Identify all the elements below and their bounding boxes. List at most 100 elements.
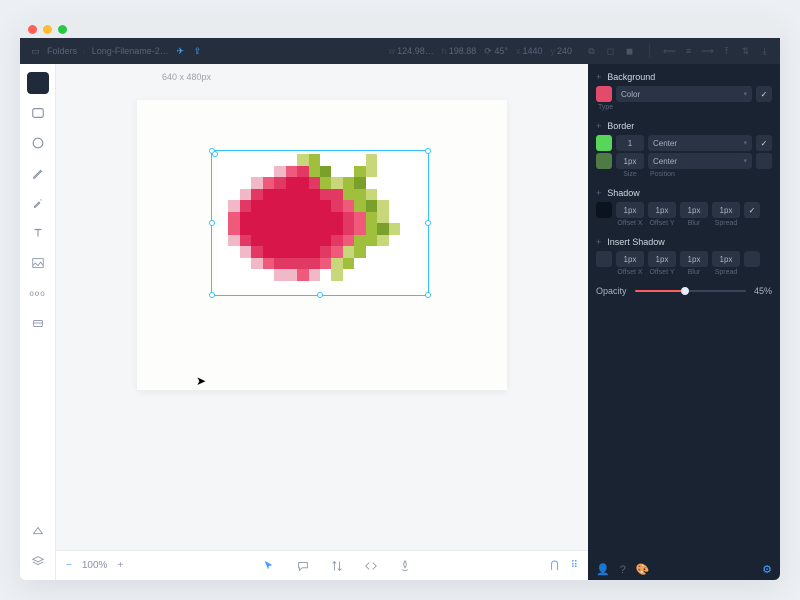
caption-position: Position <box>648 171 772 178</box>
tool-rect[interactable] <box>27 102 49 124</box>
tool-text[interactable] <box>27 222 49 244</box>
minimize-traffic-light[interactable] <box>43 25 52 34</box>
align-right-icon[interactable]: ⟹ <box>702 46 713 57</box>
background-enabled-checkbox[interactable]: ✓ <box>756 86 772 102</box>
artboard[interactable] <box>137 100 507 390</box>
tool-ellipse[interactable] <box>27 132 49 154</box>
zoom-out-button[interactable]: − <box>66 560 72 571</box>
mode-select[interactable] <box>260 557 278 575</box>
align-bottom-icon[interactable]: ⤓ <box>759 46 770 57</box>
add-border-button[interactable]: + <box>596 121 601 131</box>
insert-shadow-swatch[interactable] <box>596 251 612 267</box>
help-footer-icon[interactable]: ? <box>620 564 626 576</box>
close-traffic-light[interactable] <box>28 25 37 34</box>
section-title-border: Border <box>607 121 634 131</box>
mode-comment[interactable] <box>294 557 312 575</box>
tool-image[interactable] <box>27 252 49 274</box>
breadcrumb-file[interactable]: Long-Filename-2… <box>92 46 169 56</box>
border-position-1[interactable]: Center▾ <box>648 153 752 169</box>
share-icon[interactable]: ⇪ <box>192 46 203 57</box>
y-value: 240 <box>557 46 572 56</box>
artboard-size-label: 640 x 480px <box>162 72 211 82</box>
x-value: 1440 <box>522 46 542 56</box>
canvas[interactable]: 640 x 480px <box>56 64 588 550</box>
opacity-value: 45% <box>754 286 772 296</box>
insert-shadow-enabled[interactable]: ✓ <box>744 251 760 267</box>
resize-handle-bm[interactable] <box>317 292 323 298</box>
opacity-control: Opacity 45% <box>596 286 772 296</box>
top-bar: ▭ Folders › Long-Filename-2… ✈ ⇪ w124.98… <box>20 38 780 64</box>
resize-handle-bl[interactable] <box>209 292 215 298</box>
background-type-select[interactable]: Color▾ <box>616 86 752 102</box>
palette-icon[interactable]: 🎨 <box>636 563 650 576</box>
align-top-icon[interactable]: ⤒ <box>721 46 732 57</box>
zoom-traffic-light[interactable] <box>58 25 67 34</box>
layer-copy-icon[interactable]: ⧉ <box>586 46 597 57</box>
insert-shadow-blur[interactable]: 1px <box>680 251 708 267</box>
resize-handle-mr[interactable] <box>425 220 431 226</box>
insert-shadow-offset-y[interactable]: 1px <box>648 251 676 267</box>
shadow-swatch[interactable] <box>596 202 612 218</box>
tool-layers[interactable] <box>27 550 49 572</box>
transform-readout: w124.98… h198.88 ⟳ 45° x1440 y240 <box>389 46 572 57</box>
bottom-bar: − 100% + ⋂ ⠿ <box>56 550 588 580</box>
inspector-panel: +Background Color▾ ✓ Type +Border 1 Cent… <box>588 64 780 580</box>
insert-shadow-spread[interactable]: 1px <box>712 251 740 267</box>
mode-handoff[interactable] <box>328 557 346 575</box>
border-swatch-1[interactable] <box>596 153 612 169</box>
section-shadow: +Shadow 1px 1px 1px 1px ✓ Offset XOffset… <box>596 188 772 227</box>
selection-box[interactable] <box>211 150 429 296</box>
shadow-enabled[interactable]: ✓ <box>744 202 760 218</box>
section-border: +Border 1 Center▾ ✓ 1px Center▾ ✓ SizePo… <box>596 121 772 178</box>
add-shadow-button[interactable]: + <box>596 188 601 198</box>
layer-front-icon[interactable]: ◼ <box>624 46 635 57</box>
caption-type: Type <box>596 104 772 111</box>
border-enabled-1[interactable]: ✓ <box>756 153 772 169</box>
rotate-icon: ⟳ <box>484 46 492 56</box>
shadow-spread[interactable]: 1px <box>712 202 740 218</box>
align-center-v-icon[interactable]: ⇅ <box>740 46 751 57</box>
align-center-h-icon[interactable]: ≡ <box>683 46 694 57</box>
shadow-offset-x[interactable]: 1px <box>616 202 644 218</box>
send-icon[interactable]: ✈ <box>175 46 186 57</box>
tool-pen[interactable] <box>27 162 49 184</box>
border-position-0[interactable]: Center▾ <box>648 135 752 151</box>
add-insert-shadow-button[interactable]: + <box>596 237 601 247</box>
shadow-offset-y[interactable]: 1px <box>648 202 676 218</box>
resize-handle-tr[interactable] <box>425 148 431 154</box>
tool-shape-filled[interactable] <box>27 72 49 94</box>
resize-handle-ml[interactable] <box>209 220 215 226</box>
border-swatch-0[interactable] <box>596 135 612 151</box>
tool-component[interactable] <box>27 312 49 334</box>
insert-shadow-offset-x[interactable]: 1px <box>616 251 644 267</box>
resize-handle-tm[interactable] <box>212 151 218 157</box>
settings-icon[interactable]: ⚙ <box>762 563 772 576</box>
background-swatch[interactable] <box>596 86 612 102</box>
help-icon[interactable]: ⋂ <box>550 560 558 571</box>
breadcrumb[interactable]: ▭ Folders › Long-Filename-2… ✈ ⇪ <box>30 46 203 57</box>
folder-icon: ▭ <box>30 46 41 57</box>
tool-assets[interactable] <box>27 520 49 542</box>
tool-eyedropper[interactable] <box>27 192 49 214</box>
mac-window-chrome <box>20 20 780 38</box>
resize-handle-br[interactable] <box>425 292 431 298</box>
shadow-blur[interactable]: 1px <box>680 202 708 218</box>
add-background-button[interactable]: + <box>596 72 601 82</box>
section-title-shadow: Shadow <box>607 188 640 198</box>
zoom-value: 100% <box>82 560 108 571</box>
user-icon[interactable]: 👤 <box>596 563 610 576</box>
border-size-1[interactable]: 1px <box>616 153 644 169</box>
align-tools: ⟸ ≡ ⟹ ⤒ ⇅ ⤓ <box>664 46 770 57</box>
align-left-icon[interactable]: ⟸ <box>664 46 675 57</box>
mode-code[interactable] <box>362 557 380 575</box>
width-value: 124.98… <box>397 46 434 56</box>
opacity-slider[interactable] <box>635 290 746 292</box>
breadcrumb-root[interactable]: Folders <box>47 46 77 56</box>
grid-icon[interactable]: ⠿ <box>571 560 578 571</box>
cursor-icon: ➤ <box>196 374 206 388</box>
layer-back-icon[interactable]: ◻ <box>605 46 616 57</box>
border-size-0[interactable]: 1 <box>616 135 644 151</box>
mode-prototype[interactable] <box>396 557 414 575</box>
border-enabled-0[interactable]: ✓ <box>756 135 772 151</box>
tool-more[interactable]: ooo <box>27 282 49 304</box>
